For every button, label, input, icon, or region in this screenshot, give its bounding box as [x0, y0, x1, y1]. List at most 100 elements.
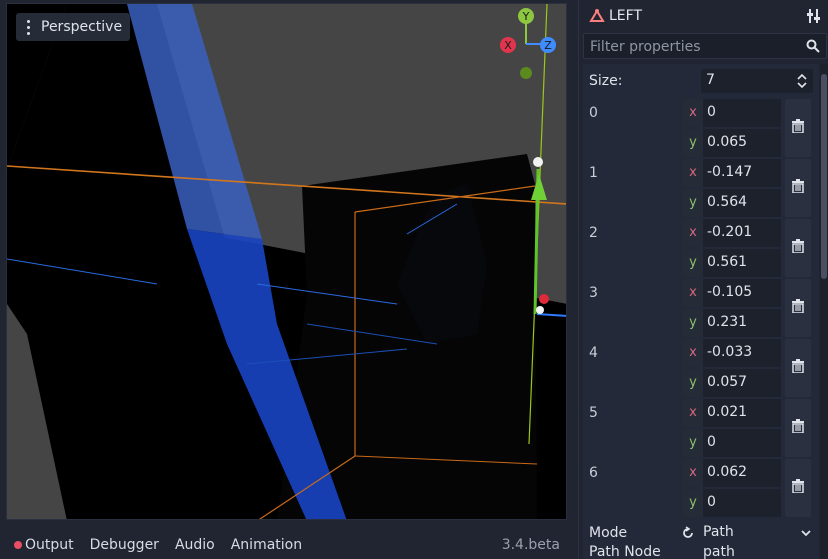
scene-render: Y X Z [7, 4, 566, 519]
vector-y-field[interactable]: y 0.057 [683, 369, 781, 397]
gizmo-label-z: Z [544, 39, 552, 52]
chevron-down-icon [801, 530, 811, 537]
filter-properties-field[interactable] [583, 33, 827, 60]
vector-x-field[interactable]: x 0.021 [683, 399, 781, 427]
tab-output[interactable]: Output [25, 537, 74, 553]
vector-x-field[interactable]: x -0.105 [683, 279, 781, 307]
array-element-2: 2 x -0.201 y 0.561 [583, 219, 819, 279]
perspective-label: Perspective [41, 19, 123, 35]
axis-x-label: x [683, 279, 703, 307]
vector-y-field[interactable]: y0 [683, 429, 781, 457]
element-index: 0 [589, 105, 598, 121]
axis-y-label: y [683, 369, 703, 397]
y-value: 0.057 [707, 374, 748, 390]
remove-element-button[interactable] [785, 279, 811, 337]
x-value: 0.062 [707, 464, 748, 480]
axis-x-label: x [683, 399, 703, 427]
vector-x-field[interactable]: x -0.201 [683, 219, 781, 247]
mode-row: Mode Path [583, 519, 819, 547]
x-value: 0 [707, 104, 716, 120]
vector-y-field[interactable]: y 0.231 [683, 309, 781, 337]
kebab-menu-icon [22, 19, 34, 35]
y-value: 0 [707, 494, 716, 510]
vector-x-field[interactable]: x0 [683, 99, 781, 127]
x-value: -0.147 [707, 164, 753, 180]
remove-element-button[interactable] [785, 219, 811, 277]
array-element-1: 1 x -0.147 y 0.564 [583, 159, 819, 219]
vector-x-field[interactable]: x -0.147 [683, 159, 781, 187]
inspector-header: LEFT [579, 0, 828, 32]
element-index: 5 [589, 405, 598, 421]
array-element-4: 4 x -0.033 y 0.057 [583, 339, 819, 399]
spin-arrows-icon[interactable] [797, 74, 807, 88]
mode-dropdown[interactable]: Path [679, 521, 815, 545]
tab-animation[interactable]: Animation [231, 537, 302, 553]
remove-element-button[interactable] [785, 159, 811, 217]
property-list: Size: 7 0 x 0 y 0.065 1 x -0.147 y 0.564 2 x -0.201 y… [583, 64, 819, 559]
y-value: 0.065 [707, 134, 748, 150]
scrollbar-thumb[interactable] [821, 74, 827, 279]
element-index: 6 [589, 465, 598, 481]
x-value: -0.201 [707, 224, 753, 240]
trash-icon [791, 359, 805, 377]
path-node-label: Path Node [589, 544, 661, 559]
axis-x-label: x [683, 159, 703, 187]
element-index: 2 [589, 225, 598, 241]
array-element-0: 0 x 0 y 0.065 [583, 99, 819, 159]
tools-icon[interactable] [807, 8, 821, 24]
axis-y-label: y [683, 309, 703, 337]
axis-y-label: y [683, 489, 703, 517]
gizmo-label-y: Y [522, 10, 530, 23]
gizmo-handle-red [539, 294, 549, 304]
axis-y-label: y [683, 129, 703, 157]
remove-element-button[interactable] [785, 459, 811, 517]
node-name[interactable]: LEFT [609, 8, 642, 24]
output-alert-dot-icon [14, 540, 22, 549]
element-index: 4 [589, 345, 598, 361]
array-element-5: 5 x 0.021 y 0 [583, 399, 819, 459]
bottom-panel-bar: Output Debugger Audio Animation 3.4.beta [6, 530, 568, 559]
filter-properties-input[interactable] [584, 34, 807, 60]
axis-x-label: x [683, 339, 703, 367]
inspector-panel: LEFT Size: 7 0x0y0.0651x-0.147y0.564 [578, 0, 828, 559]
array-size-row: Size: 7 [583, 67, 819, 95]
path-node-value[interactable]: path [703, 544, 735, 559]
inspector-scrollbar[interactable] [820, 64, 828, 559]
size-spinbox[interactable]: 7 [701, 69, 813, 93]
vector-x-field[interactable]: x -0.033 [683, 339, 781, 367]
trash-icon [791, 179, 805, 197]
tab-debugger[interactable]: Debugger [90, 537, 159, 553]
vector-y-field[interactable]: y 0.561 [683, 249, 781, 277]
3d-viewport[interactable]: Y X Z Perspective [6, 3, 567, 520]
trash-icon [791, 119, 805, 137]
size-value: 7 [706, 72, 715, 88]
y-value: 0.564 [707, 194, 748, 210]
remove-element-button[interactable] [785, 339, 811, 397]
vector-y-field[interactable]: y 0.564 [683, 189, 781, 217]
tab-audio[interactable]: Audio [175, 537, 215, 553]
trash-icon [791, 299, 805, 317]
axis-y-label: y [683, 249, 703, 277]
vector-y-field[interactable]: y0 [683, 489, 781, 517]
vector-x-field[interactable]: x 0.062 [683, 459, 781, 487]
gizmo-label-x: X [504, 39, 512, 52]
element-index: 1 [589, 165, 598, 181]
remove-element-button[interactable] [785, 99, 811, 157]
y-value: 0.561 [707, 254, 748, 270]
gizmo-handle-white-bottom [536, 306, 544, 314]
x-value: -0.033 [707, 344, 753, 360]
version-label: 3.4.beta [501, 536, 560, 553]
axis-x-label: x [683, 99, 703, 127]
axis-x-label: x [683, 219, 703, 247]
polygon-node-icon [589, 9, 605, 22]
array-element-6: 6 x 0.062 y 0 [583, 459, 819, 519]
search-icon [806, 39, 820, 53]
trash-icon [791, 419, 805, 437]
vector-y-field[interactable]: y 0.065 [683, 129, 781, 157]
remove-element-button[interactable] [785, 399, 811, 457]
x-value: 0.021 [707, 404, 748, 420]
array-element-3: 3 x -0.105 y 0.231 [583, 279, 819, 339]
perspective-menu-button[interactable]: Perspective [16, 13, 131, 41]
trash-icon [791, 479, 805, 497]
axis-gizmo[interactable]: Y X Z [500, 8, 556, 79]
